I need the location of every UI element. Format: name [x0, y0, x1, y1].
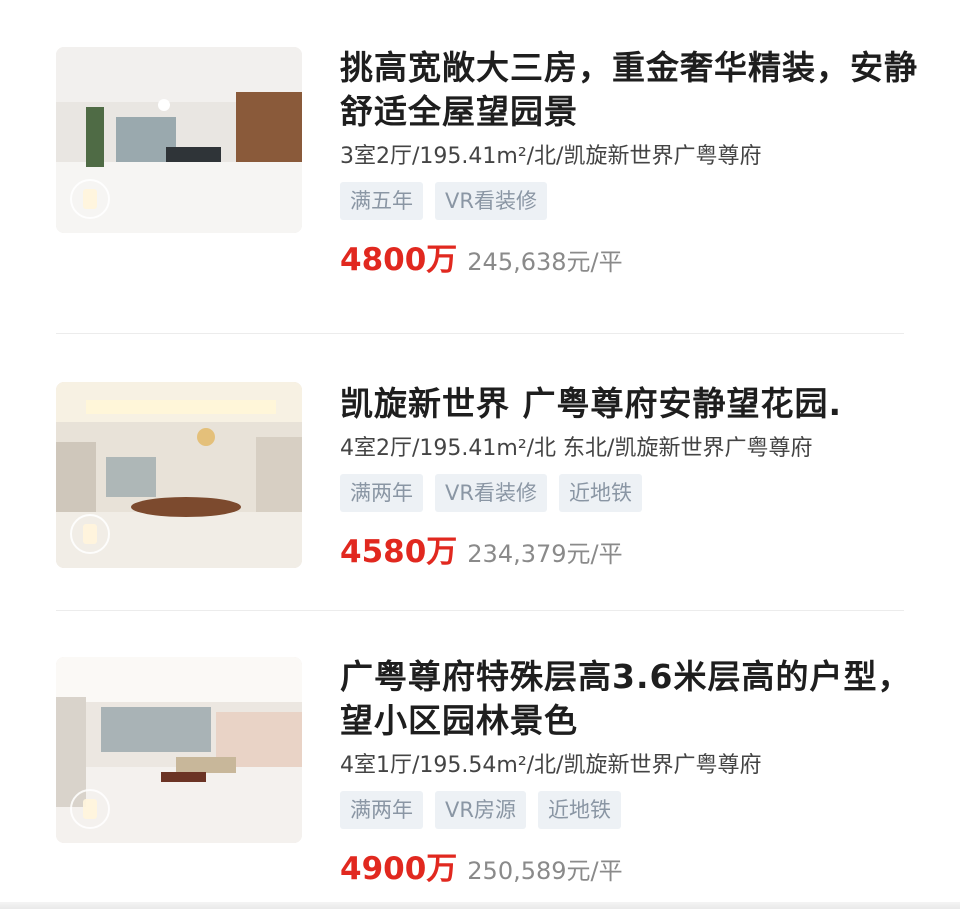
divider — [56, 333, 904, 334]
vr-play-icon — [70, 514, 110, 554]
listing-meta: 4室1厅/195.54m²/北/凯旋新世界广粤尊府 — [340, 753, 762, 778]
vr-play-icon — [70, 789, 110, 829]
tag: 近地铁 — [537, 791, 621, 829]
tag: 满两年 — [340, 474, 423, 512]
tag: 近地铁 — [558, 474, 642, 512]
tag: VR看装修 — [435, 474, 547, 512]
tag: 满五年 — [340, 182, 423, 220]
total-price: 4900万 — [340, 851, 458, 887]
vr-play-icon — [70, 179, 110, 219]
listing-meta: 3室2厅/195.41m²/北/凯旋新世界广粤尊府 — [340, 144, 762, 169]
unit-price: 245,638元/平 — [467, 248, 623, 276]
tag-list: 满两年 VR看装修 近地铁 — [340, 474, 920, 512]
listing-title[interactable]: 凯旋新世界 广粤尊府安静望花园. — [340, 382, 920, 426]
listing-photo[interactable] — [56, 657, 302, 843]
price-row: 4580万 234,379元/平 — [340, 526, 920, 571]
tag: VR看装修 — [435, 182, 547, 220]
divider — [56, 610, 904, 611]
bottom-edge — [0, 902, 960, 909]
total-price: 4580万 — [340, 534, 458, 570]
tag: 满两年 — [340, 791, 423, 829]
total-price: 4800万 — [340, 242, 458, 278]
tag: VR房源 — [435, 791, 526, 829]
price-row: 4900万 250,589元/平 — [340, 843, 920, 888]
tag-list: 满五年 VR看装修 — [340, 182, 920, 220]
tag-list: 满两年 VR房源 近地铁 — [340, 791, 920, 829]
unit-price: 250,589元/平 — [467, 857, 623, 885]
listing-title[interactable]: 挑高宽敞大三房，重金奢华精装，安静舒适全屋望园景 — [340, 46, 920, 134]
listing-photo[interactable] — [56, 47, 302, 233]
price-row: 4800万 245,638元/平 — [340, 234, 920, 279]
listing-meta: 4室2厅/195.41m²/北 东北/凯旋新世界广粤尊府 — [340, 436, 813, 461]
unit-price: 234,379元/平 — [467, 540, 623, 568]
listing-photo[interactable] — [56, 382, 302, 568]
listing-title[interactable]: 广粤尊府特殊层高3.6米层高的户型，望小区园林景色 — [340, 655, 920, 743]
